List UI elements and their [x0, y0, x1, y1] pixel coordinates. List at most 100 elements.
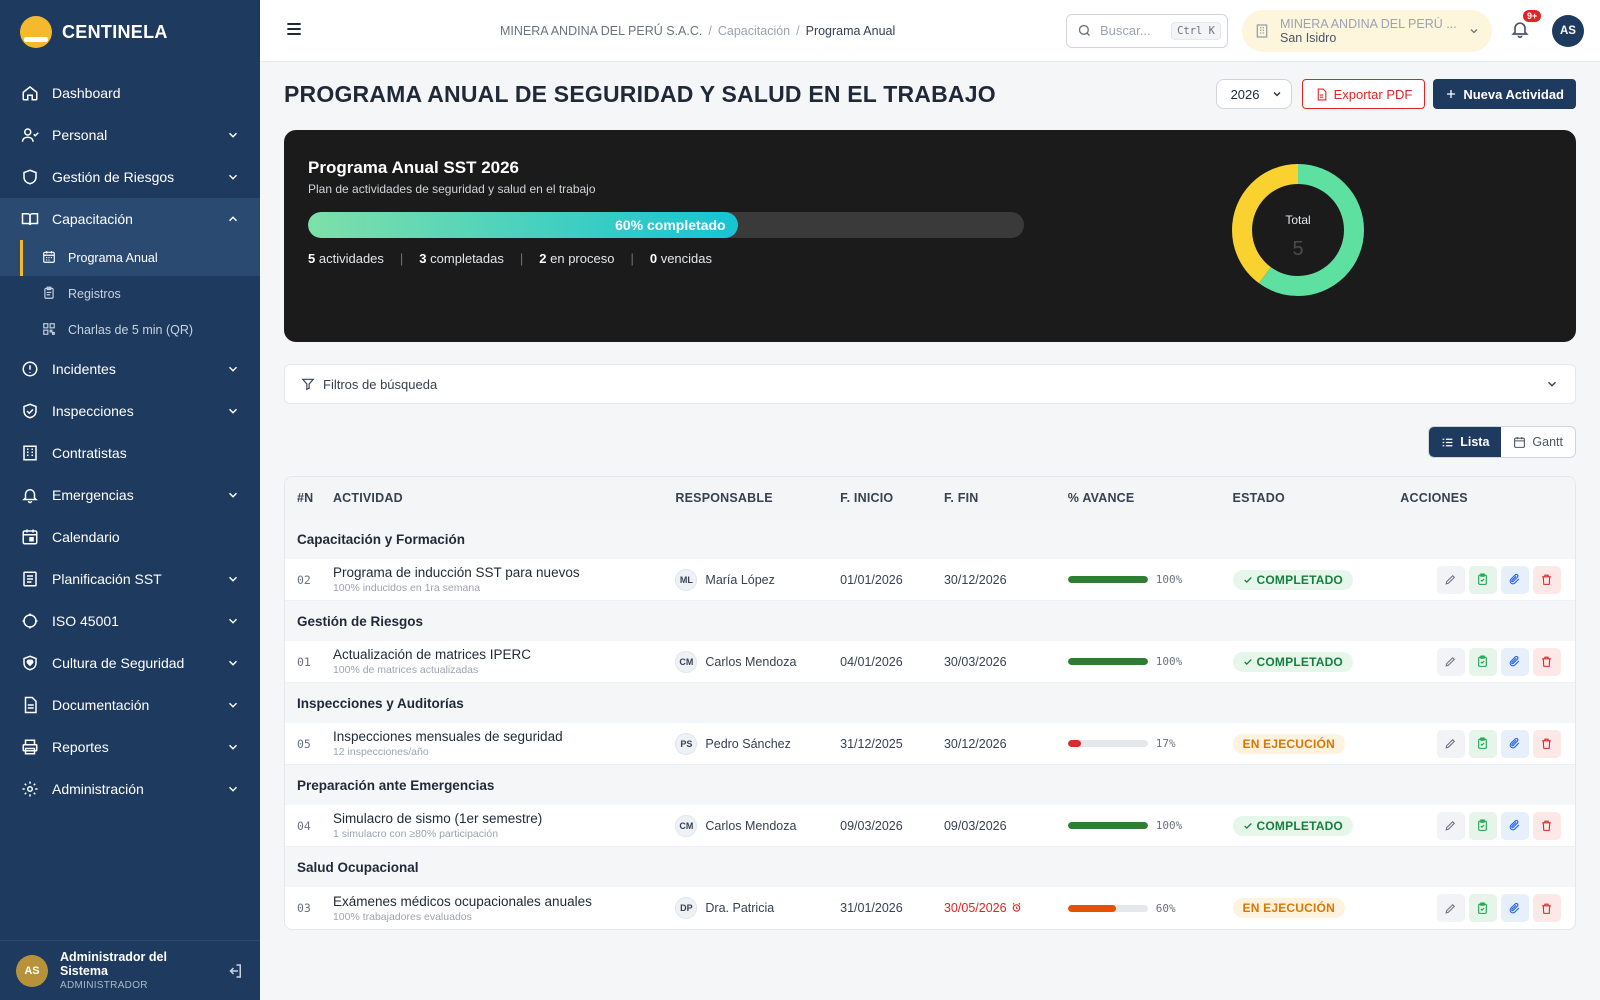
- new-activity-button[interactable]: Nueva Actividad: [1433, 79, 1576, 109]
- table-row[interactable]: 01 Actualización de matrices IPERC 100% …: [285, 641, 1575, 683]
- table-row[interactable]: 02 Programa de inducción SST para nuevos…: [285, 559, 1575, 601]
- header-start[interactable]: F. INICIO: [840, 491, 944, 505]
- row-progress-fill: [1067, 658, 1148, 665]
- sidebar-subitem-annual-program[interactable]: Programa Anual: [0, 240, 260, 276]
- sidebar-item-iso[interactable]: ISO 45001: [0, 600, 260, 642]
- search-placeholder: Buscar...: [1100, 23, 1151, 38]
- program-progress-fill: 60% completado: [308, 212, 738, 238]
- edit-button[interactable]: [1436, 894, 1465, 922]
- activity-title: Simulacro de sismo (1er semestre): [332, 811, 543, 826]
- register-button[interactable]: [1468, 894, 1497, 922]
- sidebar-item-label: Dashboard: [52, 85, 121, 101]
- table-row[interactable]: 05 Inspecciones mensuales de seguridad 1…: [285, 723, 1575, 765]
- chevron-up-icon: [226, 212, 240, 226]
- brand[interactable]: CENTINELA: [0, 0, 260, 64]
- view-list-button[interactable]: Lista: [1429, 427, 1502, 457]
- table-row[interactable]: 03 Exámenes médicos ocupacionales anuale…: [285, 887, 1575, 929]
- sidebar-subitem-records[interactable]: Registros: [0, 276, 260, 312]
- register-button[interactable]: [1468, 647, 1497, 676]
- start-date-cell: 09/03/2026: [840, 817, 944, 835]
- edit-button[interactable]: [1436, 811, 1465, 840]
- export-pdf-button[interactable]: Exportar PDF: [1301, 79, 1426, 109]
- register-button[interactable]: [1468, 811, 1497, 840]
- header-status[interactable]: ESTADO: [1233, 491, 1401, 505]
- sidebar-item-reports[interactable]: Reportes: [0, 726, 260, 768]
- sidebar-item-label: Calendario: [52, 529, 120, 545]
- end-date-cell: 30/03/2026: [944, 653, 1068, 671]
- export-label: Exportar PDF: [1333, 86, 1413, 102]
- responsible-name: Dra. Patricia: [705, 901, 775, 915]
- attach-button[interactable]: [1500, 729, 1529, 758]
- filters-label: Filtros de búsqueda: [323, 376, 438, 392]
- header-activity[interactable]: ACTIVIDAD: [333, 491, 675, 505]
- activities-table: #N ACTIVIDAD RESPONSABLE F. INICIO F. FI…: [284, 476, 1576, 930]
- sidebar-item-calendar[interactable]: Calendario: [0, 516, 260, 558]
- sidebar-item-training[interactable]: Capacitación: [0, 198, 260, 240]
- sidebar-item-dashboard[interactable]: Dashboard: [0, 72, 260, 114]
- group-name: Inspecciones y Auditorías: [297, 695, 464, 711]
- sidebar-item-label: Administración: [52, 781, 144, 797]
- year-select[interactable]: 2026: [1215, 79, 1292, 109]
- header-responsible[interactable]: RESPONSABLE: [675, 491, 840, 505]
- iso-icon: [20, 611, 40, 631]
- responsible-name: Pedro Sánchez: [705, 736, 791, 751]
- sidebar-subitem-talks[interactable]: Charlas de 5 min (QR): [0, 312, 260, 348]
- delete-button[interactable]: [1532, 729, 1561, 758]
- activity-goal: 100% de matrices actualizadas: [332, 664, 479, 676]
- activity-cell: Simulacro de sismo (1er semestre) 1 simu…: [333, 811, 675, 840]
- check-icon: [1243, 575, 1253, 585]
- attach-button[interactable]: [1500, 811, 1529, 840]
- summary-title: Programa Anual SST 2026: [308, 158, 520, 177]
- start-date-cell: 04/01/2026: [840, 653, 944, 671]
- view-gantt-button[interactable]: Gantt: [1501, 427, 1575, 457]
- avatar[interactable]: AS: [1552, 14, 1584, 47]
- stat-in-progress: 2 en proceso: [539, 251, 615, 266]
- edit-button[interactable]: [1436, 729, 1465, 758]
- delete-button[interactable]: [1532, 647, 1561, 676]
- sidebar-item-risks[interactable]: Gestión de Riesgos: [0, 156, 260, 198]
- register-button[interactable]: [1468, 729, 1497, 758]
- row-progress-fill: [1067, 576, 1148, 583]
- register-button[interactable]: [1468, 565, 1497, 594]
- table-row[interactable]: 04 Simulacro de sismo (1er semestre) 1 s…: [285, 805, 1575, 847]
- delete-button[interactable]: [1532, 811, 1561, 840]
- clipboard-list-icon: [42, 286, 58, 302]
- sidebar-item-inspections[interactable]: Inspecciones: [0, 390, 260, 432]
- header-progress[interactable]: % AVANCE: [1068, 491, 1233, 505]
- sidebar-item-incidents[interactable]: Incidentes: [0, 348, 260, 390]
- company-selector[interactable]: MINERA ANDINA DEL PERÚ ... San Isidro: [1242, 9, 1492, 52]
- attach-button[interactable]: [1500, 894, 1529, 922]
- breadcrumb-training[interactable]: Capacitación: [718, 24, 790, 38]
- actions-cell: [1400, 894, 1575, 922]
- edit-button[interactable]: [1436, 565, 1465, 594]
- sidebar-item-personal[interactable]: Personal: [0, 114, 260, 156]
- sidebar-item-culture[interactable]: Cultura de Seguridad: [0, 642, 260, 684]
- sidebar-item-contractors[interactable]: Contratistas: [0, 432, 260, 474]
- sidebar-item-documentation[interactable]: Documentación: [0, 684, 260, 726]
- start-date: 31/12/2025: [840, 736, 903, 751]
- edit-button[interactable]: [1436, 647, 1465, 676]
- start-date-cell: 31/01/2026: [840, 899, 944, 917]
- delete-button[interactable]: [1532, 894, 1561, 922]
- responsible-avatar: CM: [675, 650, 698, 673]
- delete-button[interactable]: [1532, 565, 1561, 594]
- check-icon: [1243, 821, 1253, 831]
- notification-bell-icon[interactable]: [1510, 19, 1534, 43]
- status-badge: EN EJECUCIÓN: [1232, 898, 1345, 918]
- menu-icon[interactable]: [284, 19, 308, 43]
- header-end[interactable]: F. FIN: [944, 491, 1068, 505]
- sidebar-item-admin[interactable]: Administración: [0, 768, 260, 810]
- attach-button[interactable]: [1500, 647, 1529, 676]
- attach-button[interactable]: [1500, 565, 1529, 594]
- logout-icon[interactable]: [226, 962, 244, 980]
- activity-cell: Programa de inducción SST para nuevos 10…: [333, 565, 675, 594]
- sidebar-item-planning[interactable]: Planificación SST: [0, 558, 260, 600]
- search-input[interactable]: Buscar... Ctrl K: [1066, 13, 1228, 48]
- search-filters-toggle[interactable]: Filtros de búsqueda: [284, 364, 1576, 404]
- summary-subtitle: Plan de actividades de seguridad y salud…: [308, 182, 596, 196]
- header-n[interactable]: #N: [285, 491, 333, 505]
- group-name: Preparación ante Emergencias: [297, 777, 495, 793]
- chevron-down-icon: [226, 170, 240, 184]
- breadcrumb-company[interactable]: MINERA ANDINA DEL PERÚ S.A.C.: [500, 24, 702, 38]
- sidebar-item-emergencies[interactable]: Emergencias: [0, 474, 260, 516]
